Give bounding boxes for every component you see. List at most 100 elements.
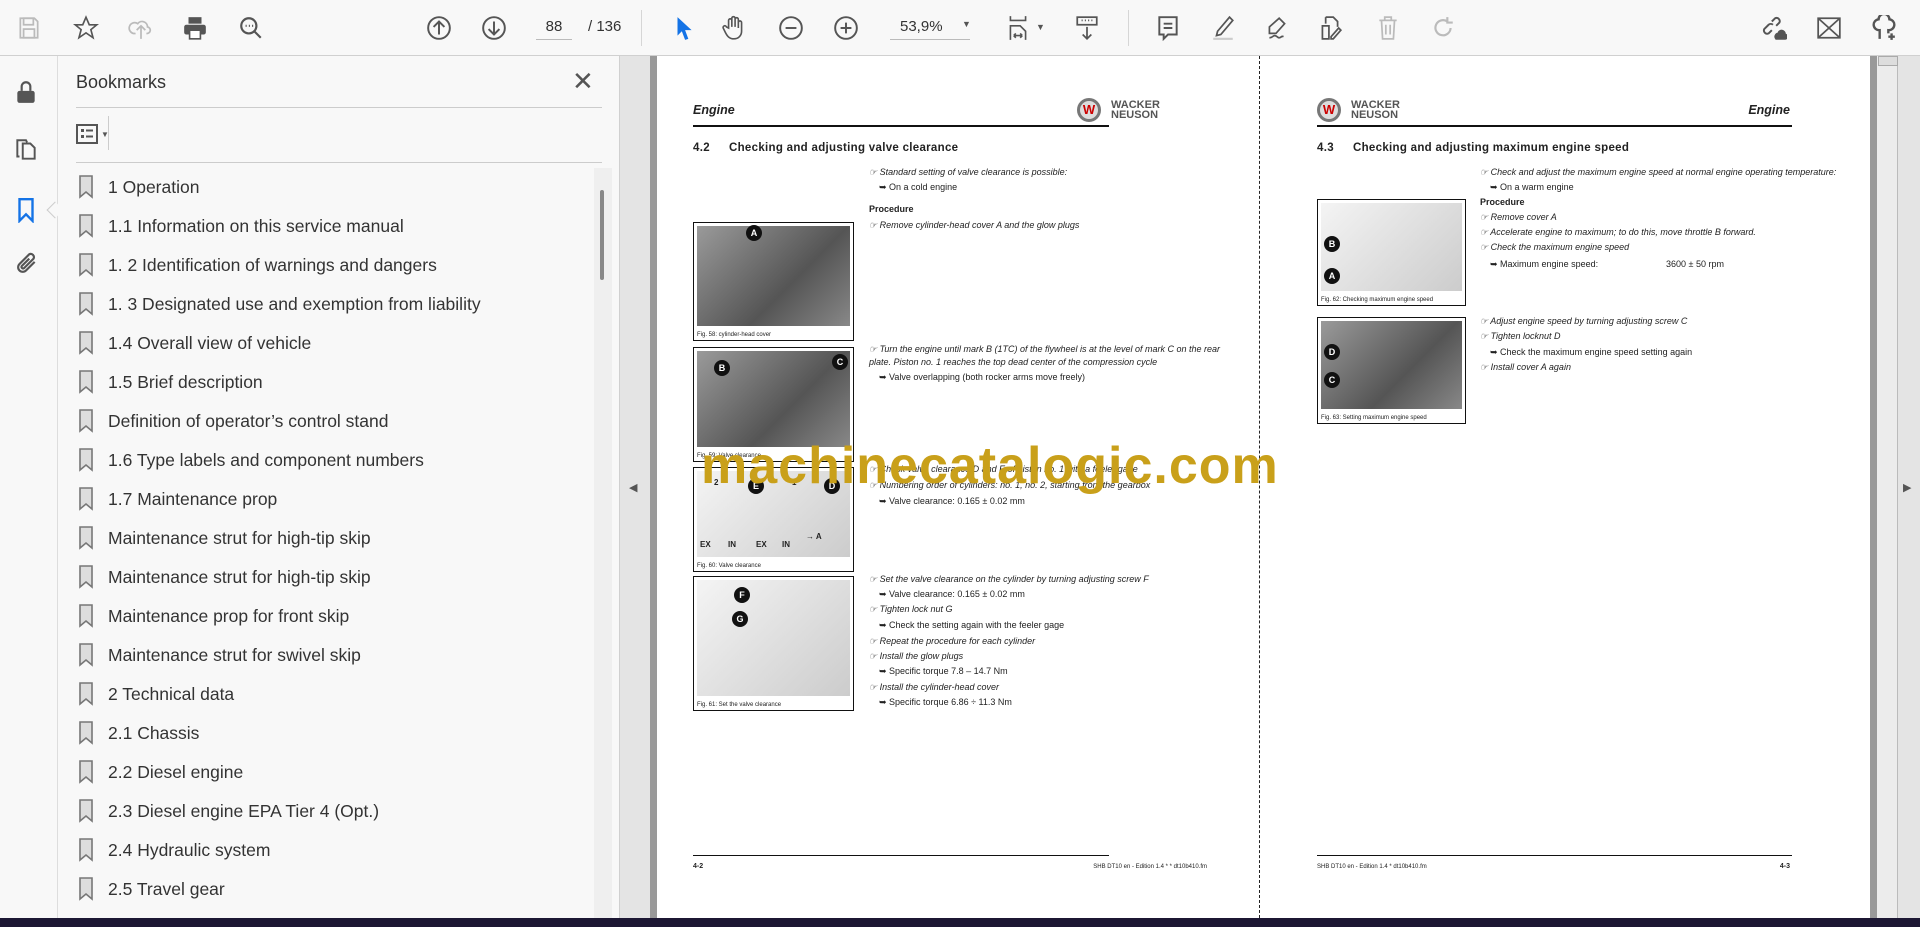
instruction-line: Procedure — [1480, 197, 1525, 207]
find-icon[interactable] — [235, 12, 267, 44]
page-number-input[interactable] — [536, 14, 572, 40]
hand-tool-icon[interactable] — [718, 12, 750, 44]
attachments-icon[interactable] — [10, 248, 42, 280]
previous-page-icon[interactable] — [423, 12, 455, 44]
figure-image — [1321, 203, 1462, 291]
bookmark-item[interactable]: Definition of operator’s control stand — [78, 403, 389, 439]
bookmark-item[interactable]: 1.5 Brief description — [78, 364, 263, 400]
footer-rule — [693, 855, 1109, 856]
save-icon[interactable] — [13, 12, 45, 44]
bookmark-icon — [79, 604, 93, 628]
collapse-right-arrow-icon[interactable]: ▶ — [1903, 481, 1911, 494]
bookmark-item[interactable]: 1. 2 Identification of warnings and dang… — [78, 247, 437, 283]
footer-text: SHB DT10 en - Edition 1.4 * * dt10b410.f… — [1093, 864, 1207, 870]
instruction-line: ➥ Check the maximum engine speed setting… — [1490, 347, 1693, 357]
scrollbar-thumb[interactable] — [600, 190, 604, 280]
bookmark-icon — [79, 760, 93, 784]
select-tool-icon[interactable] — [668, 12, 700, 44]
instruction-line: ☞ Install cover A again — [1480, 362, 1571, 372]
fit-page-icon[interactable] — [1002, 12, 1034, 44]
section-title: Checking and adjusting valve clearance — [729, 142, 959, 154]
print-icon[interactable] — [179, 12, 211, 44]
bookmark-options-button[interactable]: ▼ — [76, 120, 120, 148]
bookmark-icon — [79, 565, 93, 589]
bookmark-item[interactable]: 2.3 Diesel engine EPA Tier 4 (Opt.) — [78, 793, 379, 829]
bookmark-label: 2.4 Hydraulic system — [108, 839, 271, 860]
bookmark-scrollbar[interactable] — [594, 168, 612, 918]
lock-icon[interactable] — [10, 76, 42, 108]
toolbar: / 136 53,9% ▼ ▼ — [0, 0, 1920, 56]
instruction-line: ☞ Turn the engine until mark B (1TC) of … — [869, 344, 1221, 354]
bookmark-item[interactable]: Maintenance strut for high-tip skip — [78, 559, 371, 595]
bookmark-item[interactable]: 1 Operation — [78, 169, 199, 205]
bookmark-label: 2 Technical data — [108, 683, 235, 704]
bookmark-item[interactable]: 1.1 Information on this service manual — [78, 208, 404, 244]
upload-cloud-icon[interactable] — [125, 12, 157, 44]
instruction-line: ☞ Set the valve clearance on the cylinde… — [869, 574, 1149, 584]
zoom-level-select[interactable]: 53,9% ▼ — [890, 14, 971, 40]
callout-marker: B — [1324, 236, 1340, 252]
bookmarks-panel: Bookmarks ✕ ▼ 1 Operation 1.1 Information… — [58, 56, 620, 918]
divider — [76, 162, 602, 163]
callout-marker: C — [832, 354, 848, 370]
bookmark-item[interactable]: 1.6 Type labels and component numbers — [78, 442, 424, 478]
scrollbar-thumb[interactable] — [1878, 56, 1898, 66]
footer-page-number: 4-3 — [1779, 863, 1790, 870]
bookmark-item[interactable]: Maintenance prop for front skip — [78, 598, 349, 634]
zoom-in-icon[interactable] — [830, 12, 862, 44]
bookmarks-icon[interactable] — [10, 194, 42, 226]
bookmark-label: Maintenance prop for front skip — [108, 605, 350, 626]
share-link-icon[interactable] — [1758, 12, 1790, 44]
list-options-icon — [76, 124, 98, 144]
highlight-icon[interactable] — [1207, 12, 1239, 44]
section-number: 4.3 — [1317, 142, 1334, 154]
bookmark-icon — [79, 409, 93, 433]
add-user-icon[interactable] — [1868, 12, 1900, 44]
collapse-left-arrow-icon[interactable]: ◀ — [629, 481, 637, 494]
bookmark-item[interactable]: Maintenance strut for swivel skip — [78, 637, 361, 673]
figure-caption: Fig. 63: Setting maximum engine speed — [1321, 415, 1427, 421]
toolbar-divider — [641, 10, 642, 46]
page-total: / 136 — [588, 18, 622, 35]
bookmark-item[interactable]: 2.5 Travel gear — [78, 871, 225, 907]
delete-icon[interactable] — [1372, 12, 1404, 44]
bookmark-item[interactable]: 2.1 Chassis — [78, 715, 199, 751]
section-number: 4.2 — [693, 142, 710, 154]
bookmark-item[interactable]: 2.2 Diesel engine — [78, 754, 243, 790]
instruction-line: ☞ Remove cylinder-head cover A and the g… — [869, 220, 1080, 230]
email-icon[interactable] — [1813, 12, 1845, 44]
close-icon[interactable]: ✕ — [572, 66, 594, 97]
bookmark-item[interactable]: Maintenance strut for high-tip skip — [78, 520, 371, 556]
bookmark-label: 1.6 Type labels and component numbers — [108, 449, 424, 470]
fit-chevron-icon[interactable]: ▼ — [1036, 22, 1045, 32]
scroll-mode-icon[interactable] — [1071, 12, 1103, 44]
footer-text: SHB DT10 en - Edition 1.4 * dt10b410.fm — [1317, 864, 1427, 870]
footer-page-number: 4-2 — [693, 863, 704, 870]
figure: Fig. 62: Checking maximum engine speed B A — [1317, 199, 1466, 306]
bookmark-label: Maintenance strut for high-tip skip — [108, 527, 371, 548]
bookmark-item[interactable]: 2 Technical data — [78, 676, 234, 712]
zoom-out-icon[interactable] — [775, 12, 807, 44]
rotate-icon[interactable] — [1427, 12, 1459, 44]
callout-marker: F — [734, 587, 750, 603]
bookmark-star-icon[interactable] — [70, 12, 102, 44]
next-page-icon[interactable] — [478, 12, 510, 44]
bookmark-item[interactable]: 2.4 Hydraulic system — [78, 832, 270, 868]
edit-pdf-icon[interactable] — [1314, 12, 1346, 44]
pages-icon[interactable] — [10, 134, 42, 166]
instruction-line: plate. Piston no. 1 reaches the top dead… — [869, 357, 1158, 367]
sign-icon[interactable] — [1261, 12, 1293, 44]
bookmark-item[interactable]: 1.4 Overall view of vehicle — [78, 325, 311, 361]
bookmark-label: Maintenance strut for high-tip skip — [108, 566, 371, 587]
figure-image — [697, 226, 850, 326]
figure-image — [1321, 321, 1462, 409]
bookmark-item[interactable]: 1. 3 Designated use and exemption from l… — [78, 286, 481, 322]
comment-icon[interactable] — [1152, 12, 1184, 44]
bookmark-icon — [79, 253, 93, 277]
figure-caption: Fig. 60: Valve clearance — [697, 563, 761, 569]
bookmark-item[interactable]: 1.7 Maintenance prop — [78, 481, 277, 517]
document-scrollbar[interactable] — [1877, 56, 1898, 918]
figure: Fig. 58: cylinder-head cover A — [693, 222, 854, 341]
figure-label: IN — [782, 540, 790, 549]
bookmark-icon — [79, 721, 93, 745]
